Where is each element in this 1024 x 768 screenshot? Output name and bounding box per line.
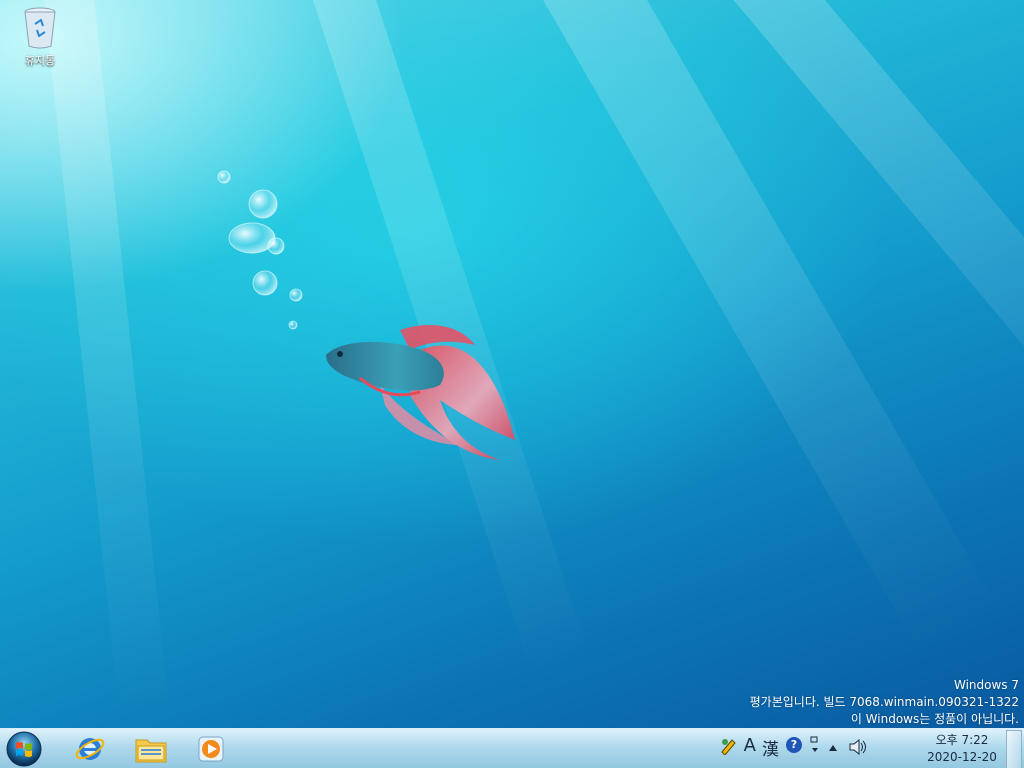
bubble — [267, 237, 285, 255]
folder-icon — [135, 739, 167, 763]
ime-options-icon[interactable] — [810, 736, 820, 760]
taskbar: A 漢 ? 오후 7:22 2020-12-20 — [0, 728, 1024, 768]
bubble — [289, 288, 303, 302]
bubble — [248, 189, 278, 219]
hanja-toggle[interactable]: 漢 — [762, 735, 779, 760]
wallpaper-art — [217, 170, 515, 460]
betta-fish — [326, 325, 515, 460]
show-hidden-icons-chevron-icon[interactable] — [828, 740, 838, 756]
taskbar-app-windows-explorer[interactable] — [128, 731, 174, 767]
bubble — [217, 170, 231, 184]
watermark-build: 평가본입니다. 빌드 7068.winmain.090321-1322 — [749, 695, 1019, 709]
watermark-genuine: 이 Windows는 정품이 아닙니다. — [850, 712, 1019, 726]
windows-logo-icon — [6, 731, 42, 767]
ime-help-icon[interactable]: ? — [786, 737, 802, 753]
ime-pad-icon[interactable] — [720, 737, 738, 759]
recycle-bin[interactable]: 휴지통 — [12, 6, 68, 68]
ime-mode-toggle[interactable]: A — [744, 735, 756, 756]
recycle-bin-label: 휴지통 — [24, 54, 56, 67]
clock-time: 오후 7:22 — [935, 733, 989, 747]
bubble — [288, 320, 298, 330]
bubble — [252, 270, 278, 296]
windows-watermark: Windows 7 평가본입니다. 빌드 7068.winmain.090321… — [750, 677, 1019, 728]
watermark-edition: Windows 7 — [953, 678, 1019, 692]
show-desktop-button[interactable] — [1006, 730, 1022, 768]
recycle-bin-icon — [23, 6, 57, 50]
start-button[interactable] — [4, 730, 44, 768]
system-clock[interactable]: 오후 7:22 2020-12-20 — [922, 732, 1002, 766]
speaker-icon[interactable] — [848, 738, 866, 759]
internet-explorer-icon — [75, 738, 105, 760]
taskbar-app-media-player[interactable] — [188, 731, 234, 767]
media-player-icon — [198, 736, 224, 762]
clock-date: 2020-12-20 — [927, 750, 997, 764]
desktop[interactable]: 휴지통 Windows 7 평가본입니다. 빌드 7068.winmain.09… — [0, 0, 1024, 728]
taskbar-app-internet-explorer[interactable] — [67, 731, 113, 767]
